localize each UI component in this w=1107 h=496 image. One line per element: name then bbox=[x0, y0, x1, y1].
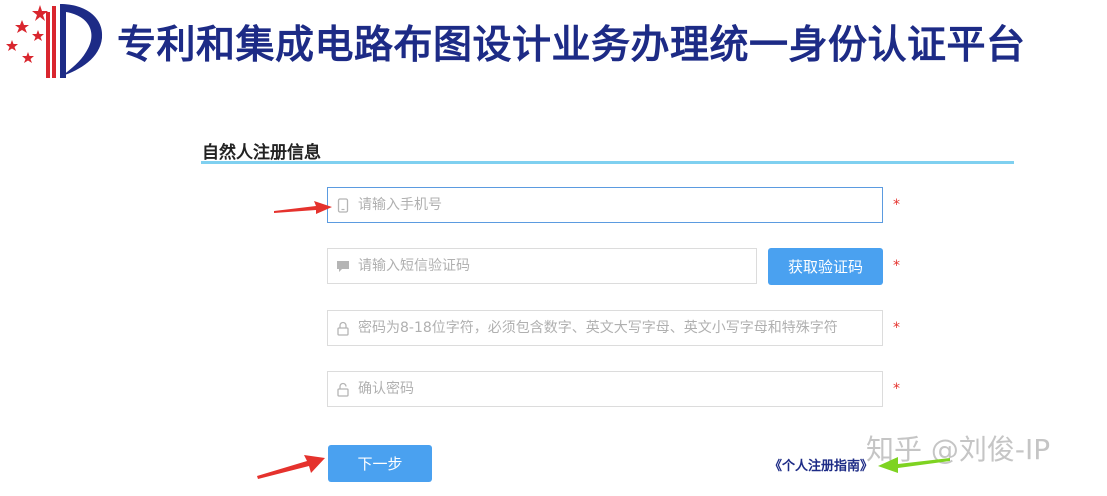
section-title: 自然人注册信息 bbox=[202, 143, 321, 163]
required-mark: * bbox=[893, 320, 900, 336]
green-arrow-icon bbox=[878, 457, 950, 473]
sms-code-input[interactable] bbox=[358, 251, 756, 281]
next-step-button[interactable]: 下一步 bbox=[328, 445, 432, 482]
header: 专利和集成电路布图设计业务办理统一身份认证平台 bbox=[0, 0, 1107, 84]
registration-guide-link[interactable]: 《个人注册指南》 bbox=[769, 455, 873, 474]
confirm-password-field bbox=[327, 371, 883, 407]
site-title: 专利和集成电路布图设计业务办理统一身份认证平台 bbox=[117, 23, 1026, 68]
section-divider bbox=[201, 161, 1014, 164]
required-mark: * bbox=[893, 197, 900, 213]
password-field bbox=[327, 310, 883, 346]
required-mark: * bbox=[893, 258, 900, 274]
phone-input[interactable] bbox=[358, 190, 882, 220]
get-code-button[interactable]: 获取验证码 bbox=[768, 248, 883, 285]
unlock-icon bbox=[328, 382, 358, 397]
phone-field bbox=[327, 187, 883, 223]
logo-icon bbox=[6, 4, 103, 78]
required-mark: * bbox=[893, 381, 900, 397]
confirm-password-input[interactable] bbox=[358, 374, 882, 404]
chat-message-icon bbox=[328, 260, 358, 273]
password-input[interactable] bbox=[358, 313, 882, 343]
lock-icon bbox=[328, 321, 358, 336]
red-arrow-icon bbox=[257, 455, 325, 479]
sms-code-field bbox=[327, 248, 757, 284]
red-arrow-icon bbox=[274, 201, 332, 214]
